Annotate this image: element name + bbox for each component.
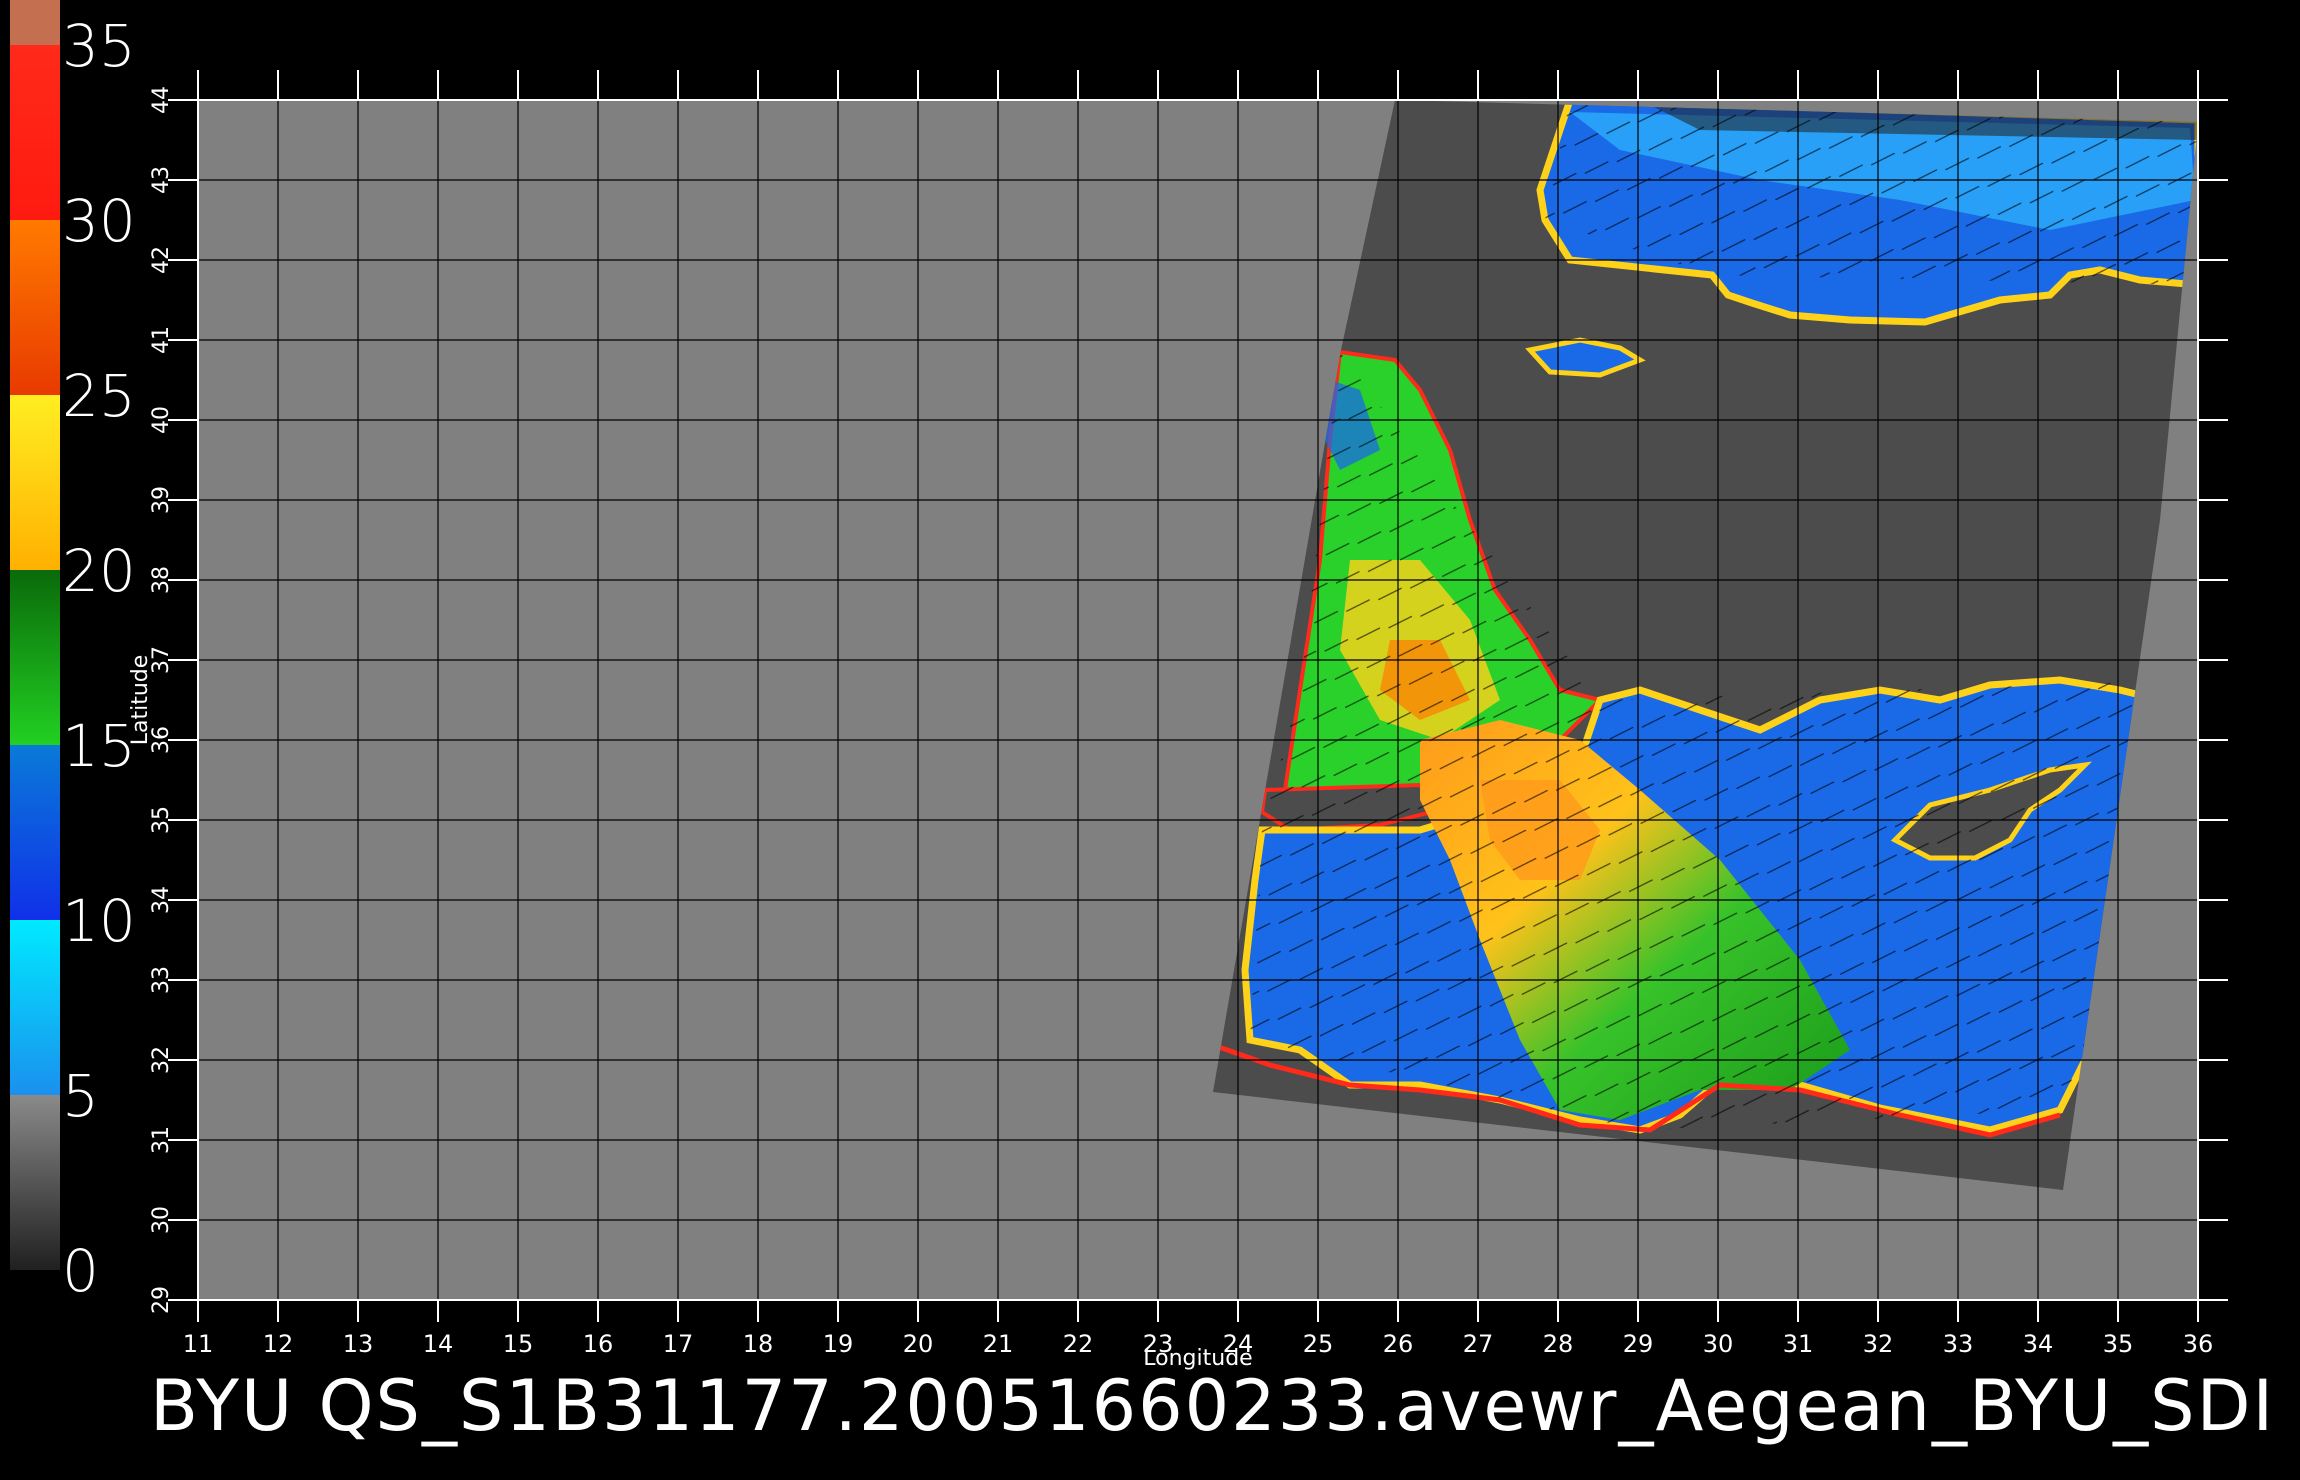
- lon-tick-label: 35: [2103, 1330, 2134, 1358]
- lon-tick-label: 36: [2183, 1330, 2214, 1358]
- lon-tick-label: 32: [1863, 1330, 1894, 1358]
- lon-tick-label: 11: [183, 1330, 214, 1358]
- lon-tick-label: 28: [1543, 1330, 1574, 1358]
- lat-tick-label: 32: [149, 1046, 174, 1074]
- lon-tick-label: 15: [503, 1330, 534, 1358]
- lon-tick-label: 31: [1783, 1330, 1814, 1358]
- lat-tick-label: 40: [149, 406, 174, 434]
- lon-tick-label: 26: [1383, 1330, 1414, 1358]
- lat-tick-label: 30: [149, 1206, 174, 1234]
- lat-tick-label: 29: [149, 1286, 174, 1314]
- lon-tick-label: 16: [583, 1330, 614, 1358]
- lat-tick-label: 44: [149, 86, 174, 114]
- lon-tick-label: 27: [1463, 1330, 1494, 1358]
- lon-tick-label: 17: [663, 1330, 694, 1358]
- lon-tick-label: 34: [2023, 1330, 2054, 1358]
- lon-tick-label: 21: [983, 1330, 1014, 1358]
- lon-tick-label: 18: [743, 1330, 774, 1358]
- map-plot: 11 12 13 14 15 16 17 18 19 20 21 22 23 24 25 26 27 28 29 30…: [128, 70, 2228, 1371]
- lon-tick-label: 13: [343, 1330, 374, 1358]
- lon-tick-label: 22: [1063, 1330, 1094, 1358]
- lon-tick-label: 14: [423, 1330, 454, 1358]
- lat-tick-label: 42: [149, 246, 174, 274]
- lat-tick-label: 38: [149, 566, 174, 594]
- lat-tick-label: 33: [149, 966, 174, 994]
- lon-tick-label: 20: [903, 1330, 934, 1358]
- lon-tick-label: 29: [1623, 1330, 1654, 1358]
- lon-tick-label: 33: [1943, 1330, 1974, 1358]
- lat-tick-label: 39: [149, 486, 174, 514]
- lon-tick-label: 12: [263, 1330, 294, 1358]
- lon-tick-label: 25: [1303, 1330, 1334, 1358]
- product-title: BYU QS_S1B31177.20051660233.avewr_Aegean…: [150, 1365, 2276, 1447]
- satellite-swath: [1213, 100, 2198, 1190]
- y-axis-label: Latitude: [128, 655, 153, 746]
- lon-tick-label: 19: [823, 1330, 854, 1358]
- lat-tick-label: 31: [149, 1126, 174, 1154]
- lat-tick-label: 41: [149, 326, 174, 354]
- lat-tick-label: 43: [149, 166, 174, 194]
- lat-tick-label: 34: [149, 886, 174, 914]
- lon-tick-label: 30: [1703, 1330, 1734, 1358]
- lat-tick-label: 35: [149, 806, 174, 834]
